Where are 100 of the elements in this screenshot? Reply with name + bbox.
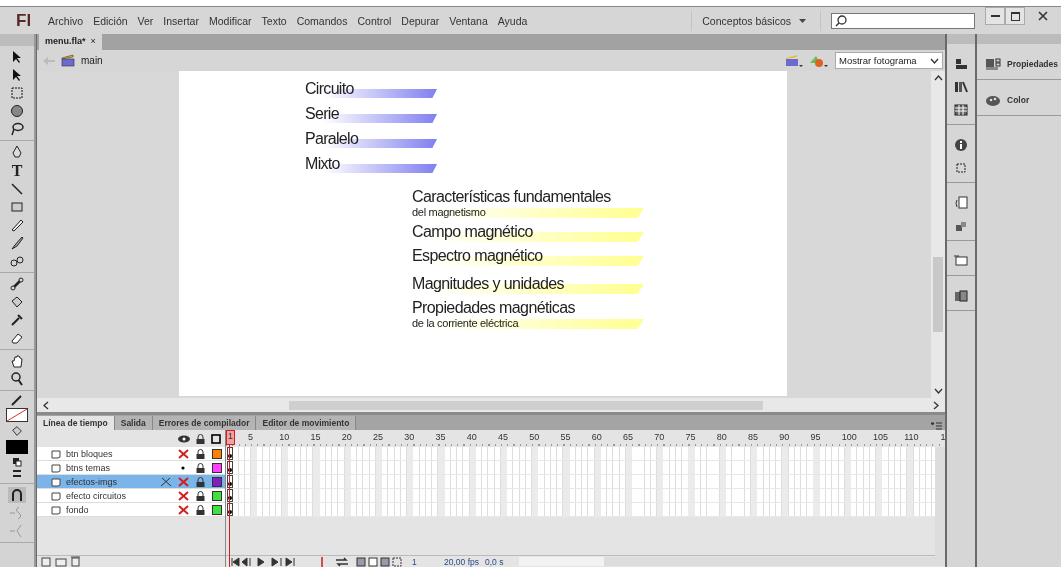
circuit-button[interactable]: Mixto	[305, 155, 340, 172]
menu-item[interactable]: Ayuda	[492, 14, 533, 27]
topic-button[interactable]: Campo magnético	[412, 222, 533, 241]
magnet-icon[interactable]	[8, 487, 26, 503]
hidden-icon[interactable]	[177, 490, 189, 501]
vertical-scrollbar[interactable]	[931, 71, 945, 398]
menu-item[interactable]: Comandos	[291, 14, 353, 27]
frame-number: 5	[248, 432, 253, 442]
frame-number: 1	[226, 430, 235, 445]
frame-rate[interactable]: 20,00 fps	[444, 556, 479, 567]
document-tab[interactable]: menu.fla* ×	[39, 34, 102, 50]
swap-colors-icon[interactable]	[10, 456, 24, 480]
fill-color-swatch[interactable]	[6, 440, 28, 454]
line-icon[interactable]	[9, 181, 25, 197]
layer-row[interactable]: efectos-imgs	[37, 475, 225, 489]
layer-color-swatch[interactable]	[212, 490, 222, 501]
lock-icon[interactable]	[195, 504, 205, 515]
workspace-dropdown[interactable]: Conceptos básicos	[691, 10, 821, 31]
code-icon[interactable]	[953, 195, 969, 211]
align-icon[interactable]	[953, 56, 969, 72]
layer-color-swatch[interactable]	[212, 476, 222, 487]
transform-icon[interactable]	[953, 160, 969, 176]
folder-icon[interactable]	[953, 253, 969, 269]
outline-icon[interactable]	[211, 433, 221, 444]
info-icon[interactable]	[953, 137, 969, 153]
loop-icon[interactable]	[334, 556, 350, 567]
stroke-color-swatch[interactable]	[6, 408, 28, 422]
lasso-icon[interactable]	[9, 121, 25, 137]
scene-name[interactable]: main	[81, 55, 103, 66]
circuit-button[interactable]: Paralelo	[305, 130, 359, 147]
menu-item[interactable]: Modificar	[203, 14, 257, 27]
hidden-icon[interactable]	[177, 476, 189, 487]
menu-item[interactable]: Control	[352, 14, 397, 27]
panel-tab[interactable]: Línea de tiempo	[37, 416, 115, 430]
panel-item[interactable]: Propiedades	[977, 44, 1061, 80]
menu-item[interactable]: Edición	[88, 14, 133, 27]
maximize-button[interactable]	[1005, 7, 1025, 25]
scrollbar-thumb[interactable]	[933, 257, 943, 332]
pencil-icon[interactable]	[9, 394, 25, 406]
frame-number: 20	[341, 432, 352, 442]
scrollbar-thumb[interactable]	[289, 400, 763, 410]
menu-item[interactable]: Insertar	[158, 14, 204, 27]
edit-scene-icon[interactable]	[785, 53, 803, 68]
lock-icon[interactable]	[195, 490, 205, 501]
layer-row[interactable]: btns temas	[37, 461, 225, 475]
search-icon[interactable]	[9, 371, 25, 387]
layer-color-swatch[interactable]	[212, 448, 222, 459]
brush-icon[interactable]	[9, 235, 25, 251]
topic-button[interactable]: Características fundamentales	[412, 187, 611, 206]
horizontal-scrollbar[interactable]	[37, 398, 945, 412]
sphere-icon[interactable]	[9, 103, 25, 119]
lock-icon[interactable]	[195, 448, 205, 459]
panel-tab[interactable]: Errores de compilador	[152, 416, 257, 430]
topic-button[interactable]: Magnitudes y unidades	[412, 274, 564, 293]
trash-icon[interactable]	[71, 556, 80, 567]
vertical-scrollbar[interactable]	[935, 447, 945, 557]
topic-button[interactable]: Propiedades magnéticas	[412, 298, 575, 317]
eye-icon[interactable]	[178, 434, 190, 443]
topic-button[interactable]: Espectro magnético	[412, 246, 543, 265]
spray-icon[interactable]	[9, 253, 25, 269]
current-frame[interactable]: 1	[412, 556, 424, 567]
clapperboard-icon	[61, 54, 75, 67]
view-dropdown[interactable]: Mostrar fotograma	[835, 52, 943, 69]
layer-color-swatch[interactable]	[212, 504, 222, 515]
layer-color-swatch[interactable]	[212, 462, 222, 473]
new-layer-icon[interactable]	[41, 556, 51, 567]
panel-menu-icon[interactable]	[931, 422, 942, 430]
layer-row[interactable]: fondo	[37, 503, 225, 517]
circuit-button[interactable]: Circuito	[305, 80, 354, 97]
chevron-right-icon	[933, 400, 939, 410]
menu-item[interactable]: Texto	[256, 14, 292, 27]
layer-row[interactable]: btn bloques	[37, 447, 225, 461]
hidden-icon[interactable]	[177, 504, 189, 515]
scrollbar-thumb[interactable]	[519, 557, 605, 566]
library-icon[interactable]	[953, 79, 969, 95]
panel-item[interactable]: Color	[977, 80, 1061, 116]
circuit-button[interactable]: Serie	[305, 105, 339, 122]
horizontal-scrollbar[interactable]	[519, 557, 945, 566]
eyedropper-icon[interactable]	[9, 312, 25, 328]
menu-item[interactable]: Archivo	[43, 14, 89, 27]
menu-item[interactable]: Depurar	[396, 14, 445, 27]
search-field[interactable]	[831, 12, 975, 29]
new-folder-icon[interactable]	[55, 556, 67, 567]
bone-icon[interactable]	[9, 276, 25, 292]
menu-item[interactable]: Ventana	[444, 14, 493, 27]
lock-icon[interactable]	[196, 433, 205, 444]
hidden-icon[interactable]	[177, 448, 189, 459]
swatches-icon[interactable]	[953, 102, 969, 118]
movie-icon[interactable]	[953, 288, 969, 304]
lock-icon[interactable]	[195, 476, 205, 487]
visible-dot-icon[interactable]	[181, 465, 185, 470]
panel-tab[interactable]: Salida	[114, 416, 153, 430]
search-icon	[835, 14, 847, 27]
panel-tab[interactable]: Editor de movimiento	[256, 416, 357, 430]
text-tool[interactable]: T	[11, 162, 23, 179]
menu-item[interactable]: Ver	[132, 14, 159, 27]
minimize-button[interactable]	[985, 7, 1005, 25]
lock-icon[interactable]	[195, 462, 205, 473]
pencil-icon[interactable]	[9, 217, 25, 233]
layer-row[interactable]: efecto circuitos	[37, 489, 225, 503]
